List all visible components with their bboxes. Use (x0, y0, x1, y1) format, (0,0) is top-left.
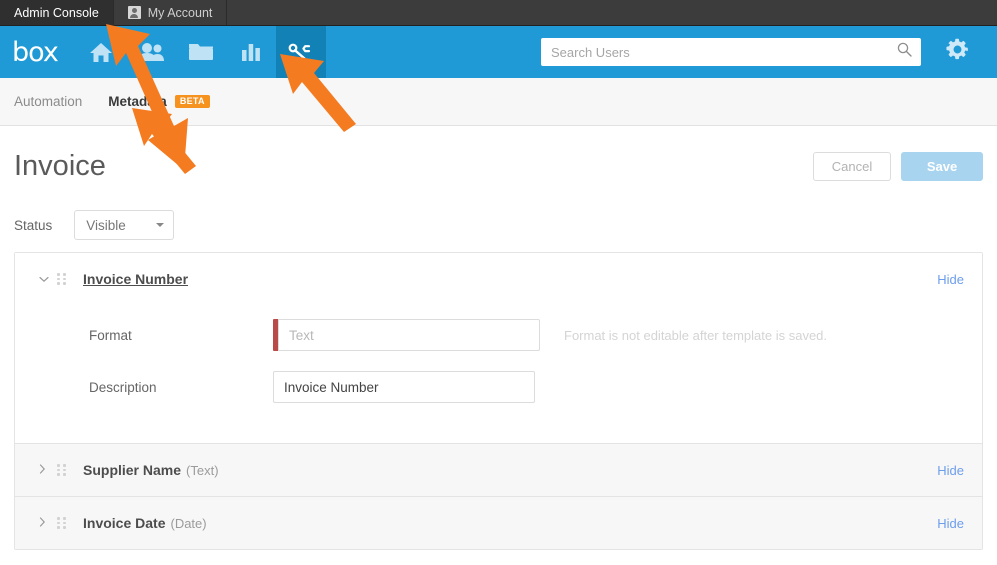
beta-badge: BETA (174, 95, 210, 108)
avatar-icon (127, 6, 141, 19)
nav-item-users[interactable] (126, 26, 176, 78)
folder-icon (188, 42, 214, 62)
account-topbar: Admin Console My Account (0, 0, 997, 26)
format-hint-text: Format is not editable after template is… (564, 327, 828, 343)
nav-item-reports[interactable] (226, 26, 276, 78)
field-type: (Text) (186, 462, 219, 478)
main-navbar: box (0, 26, 997, 78)
description-label: Description (89, 379, 157, 395)
top-tab-my-account-label: My Account (147, 5, 213, 20)
subnav-item-automation[interactable]: Automation (14, 94, 82, 109)
users-icon (137, 42, 165, 62)
field-name[interactable]: Invoice Number (83, 271, 188, 287)
box-logo[interactable]: box (0, 26, 76, 78)
drag-handle-icon[interactable] (57, 464, 73, 476)
search-wrapper (541, 38, 921, 66)
settings-gear-button[interactable] (933, 37, 981, 67)
top-tab-admin-console-label: Admin Console (14, 5, 99, 20)
page-content: Invoice Cancel Save Status Visible Invoi… (0, 126, 997, 550)
status-row: Status Visible (14, 198, 983, 252)
format-input[interactable] (278, 319, 540, 351)
format-label: Format (89, 327, 132, 343)
nav-item-tools[interactable] (275, 26, 326, 78)
field-card-header[interactable]: Supplier Name (Text) Hide (15, 444, 982, 496)
chevron-right-icon[interactable] (39, 517, 53, 529)
nav-item-folders[interactable] (176, 26, 226, 78)
field-card-header[interactable]: Invoice Date (Date) Hide (15, 497, 982, 549)
field-card-body: Format Format is not editable after temp… (15, 313, 982, 443)
save-button[interactable]: Save (901, 151, 983, 181)
hide-link[interactable]: Hide (937, 516, 964, 531)
cancel-button[interactable]: Cancel (813, 151, 891, 181)
hide-link[interactable]: Hide (937, 272, 964, 287)
description-input[interactable] (273, 371, 535, 403)
subnav-item-automation-label: Automation (14, 94, 83, 109)
description-input-shell (273, 371, 535, 403)
metadata-fields-list: Invoice Number Hide Format Format is not… (14, 252, 983, 550)
format-input-shell (273, 319, 540, 351)
field-card-invoice-date: Invoice Date (Date) Hide (15, 496, 982, 549)
nav-icon-group (76, 26, 326, 78)
chevron-down-icon[interactable] (39, 273, 53, 285)
page-action-buttons: Cancel Save (813, 151, 983, 181)
subnav-item-metadata[interactable]: Metadata BETA (108, 94, 210, 109)
home-icon (89, 42, 113, 63)
reports-bar-chart-icon (240, 42, 262, 62)
field-card-header[interactable]: Invoice Number Hide (15, 253, 982, 305)
tools-wrench-icon (288, 42, 314, 62)
subnav-item-metadata-label: Metadata (108, 94, 167, 109)
hide-link[interactable]: Hide (937, 463, 964, 478)
status-select[interactable]: Visible (74, 210, 175, 240)
status-select-value: Visible (86, 217, 126, 233)
navbar-right-group (541, 26, 997, 78)
nav-item-home[interactable] (76, 26, 126, 78)
form-row-format: Format Format is not editable after temp… (89, 313, 982, 357)
drag-handle-icon[interactable] (57, 273, 73, 285)
search-input[interactable] (541, 38, 921, 66)
chevron-down-icon (156, 223, 165, 227)
sub-navigation: Automation Metadata BETA (0, 78, 997, 126)
field-name: Supplier Name (83, 462, 182, 478)
top-tab-admin-console[interactable]: Admin Console (0, 0, 114, 25)
form-row-description: Description (89, 365, 982, 409)
page-title: Invoice (14, 149, 106, 182)
field-name: Invoice Date (83, 515, 166, 531)
field-card-invoice-number: Invoice Number Hide Format Format is not… (15, 253, 982, 443)
app-root: Admin Console My Account box Search User… (0, 0, 997, 565)
top-tab-my-account[interactable]: My Account (114, 0, 228, 25)
gear-icon (945, 37, 970, 67)
field-card-supplier-name: Supplier Name (Text) Hide (15, 443, 982, 496)
drag-handle-icon[interactable] (57, 517, 73, 529)
field-type: (Date) (170, 515, 207, 531)
status-label: Status (14, 217, 53, 233)
chevron-right-icon[interactable] (39, 464, 53, 476)
page-header: Invoice Cancel Save (14, 126, 983, 198)
